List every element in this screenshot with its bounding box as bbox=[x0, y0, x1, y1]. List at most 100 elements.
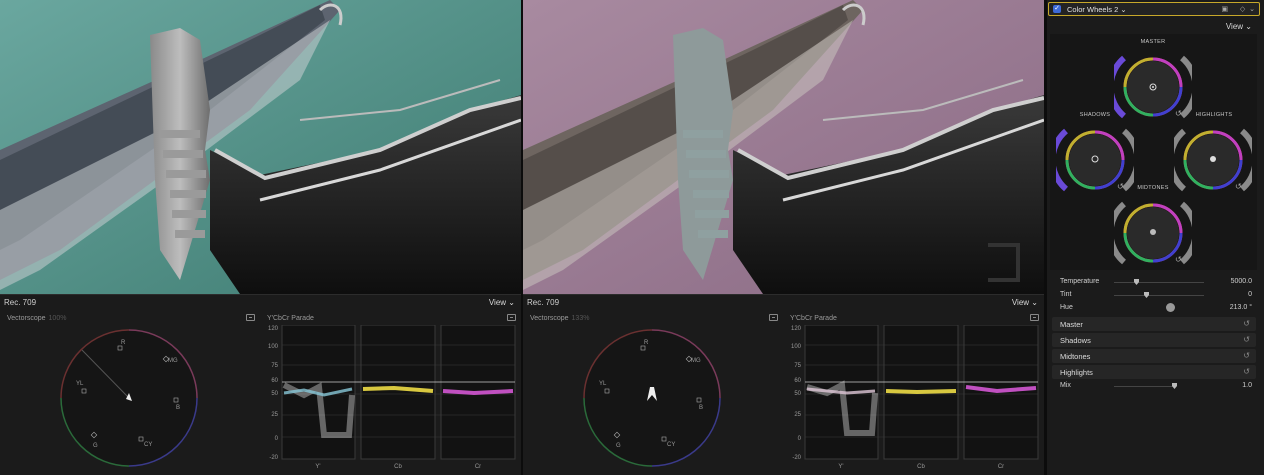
scope-header-left: Rec. 709 View ⌄ bbox=[4, 298, 517, 310]
section-reset-icon[interactable]: ↺ bbox=[1243, 367, 1250, 376]
effect-header[interactable]: ✓ Color Wheels 2 ⌄ ▣ ◇ ⌄ bbox=[1048, 2, 1260, 16]
scope-header-right: Rec. 709 View ⌄ bbox=[527, 298, 1040, 310]
parade-settings-icon[interactable] bbox=[507, 314, 516, 321]
highlights-reset-icon[interactable]: ↺ bbox=[1235, 182, 1242, 191]
mix-label: Mix bbox=[1060, 382, 1071, 389]
svg-text:0: 0 bbox=[275, 436, 279, 442]
tint-value[interactable]: 0 bbox=[1212, 291, 1252, 298]
svg-text:-20: -20 bbox=[792, 455, 801, 461]
svg-text:120: 120 bbox=[268, 326, 279, 332]
parade-settings-icon[interactable] bbox=[1030, 314, 1039, 321]
target-r: R bbox=[644, 340, 649, 346]
tint-slider[interactable] bbox=[1114, 295, 1204, 296]
hue-dial-icon[interactable] bbox=[1166, 303, 1175, 312]
header-icons: ▣ ◇ ⌄ bbox=[1222, 5, 1255, 13]
master-reset-icon[interactable]: ↺ bbox=[1175, 109, 1182, 118]
vectorscope: R MG B CY G YL bbox=[60, 329, 198, 467]
section-reset-icon[interactable]: ↺ bbox=[1243, 319, 1250, 328]
svg-text:25: 25 bbox=[271, 412, 278, 418]
gondola-image-left bbox=[0, 0, 521, 294]
color-space-label: Rec. 709 bbox=[527, 298, 560, 307]
scope-settings-icon[interactable] bbox=[769, 314, 778, 321]
svg-text:100: 100 bbox=[268, 344, 279, 350]
mix-slider-knob[interactable] bbox=[1172, 383, 1177, 389]
view-menu-button[interactable]: View ⌄ bbox=[489, 298, 515, 307]
tint-row: Tint 0 bbox=[1052, 289, 1256, 301]
svg-text:0: 0 bbox=[798, 436, 802, 442]
svg-text:60: 60 bbox=[271, 378, 278, 384]
svg-text:Y': Y' bbox=[838, 464, 843, 470]
viewer-graded[interactable] bbox=[523, 0, 1044, 294]
temperature-label: Temperature bbox=[1060, 278, 1100, 285]
keyframe-icon[interactable]: ◇ bbox=[1240, 6, 1245, 13]
temperature-value[interactable]: 5000.0 bbox=[1212, 278, 1252, 285]
mix-value[interactable]: 1.0 bbox=[1212, 382, 1252, 389]
svg-text:Cr: Cr bbox=[998, 464, 1004, 470]
color-wheels-area: MASTER ↺ SHADOWS ↺ HIGHLIGHTS ↺ MIDTONES… bbox=[1050, 34, 1257, 270]
scopes-panel-left: Rec. 709 View ⌄ Vectorscope 100% Y'CbCr P… bbox=[0, 294, 521, 475]
midtones-reset-icon[interactable]: ↺ bbox=[1175, 255, 1182, 264]
viewer-original[interactable] bbox=[0, 0, 521, 294]
section-shadows[interactable]: Shadows ↺ bbox=[1052, 333, 1256, 347]
view-menu-button[interactable]: View ⌄ bbox=[1012, 298, 1038, 307]
target-yl: YL bbox=[76, 381, 84, 387]
parade-title: Y'CbCr Parade bbox=[790, 315, 837, 322]
target-mg: MG bbox=[168, 358, 178, 364]
preset-icon[interactable]: ▣ bbox=[1222, 6, 1229, 13]
section-reset-icon[interactable]: ↺ bbox=[1243, 351, 1250, 360]
scope-settings-icon[interactable] bbox=[246, 314, 255, 321]
section-reset-icon[interactable]: ↺ bbox=[1243, 335, 1250, 344]
svg-text:25: 25 bbox=[794, 412, 801, 418]
svg-text:50: 50 bbox=[271, 391, 278, 397]
master-wheel-label: MASTER bbox=[1140, 39, 1166, 45]
hue-label: Hue bbox=[1060, 304, 1073, 311]
effect-enable-checkbox[interactable]: ✓ bbox=[1053, 5, 1061, 13]
svg-text:50: 50 bbox=[794, 391, 801, 397]
temperature-slider-knob[interactable] bbox=[1134, 279, 1139, 285]
target-yl: YL bbox=[599, 381, 607, 387]
svg-text:60: 60 bbox=[794, 378, 801, 384]
target-cy: CY bbox=[667, 442, 675, 448]
mix-row: Mix 1.0 bbox=[1052, 380, 1256, 392]
target-mg: MG bbox=[691, 358, 701, 364]
scopes-panel-right: Rec. 709 View ⌄ Vectorscope 133% Y'CbCr P… bbox=[523, 294, 1044, 475]
vectorscope-title: Vectorscope 133% bbox=[530, 315, 590, 322]
section-midtones[interactable]: Midtones ↺ bbox=[1052, 349, 1256, 363]
target-g: G bbox=[93, 443, 98, 449]
gondola-image-right bbox=[523, 0, 1044, 294]
svg-text:75: 75 bbox=[794, 363, 801, 369]
temperature-slider[interactable] bbox=[1114, 282, 1204, 283]
tint-label: Tint bbox=[1060, 291, 1072, 298]
svg-text:75: 75 bbox=[271, 363, 278, 369]
midtones-wheel-label: MIDTONES bbox=[1137, 185, 1169, 191]
ycbcr-parade: 120 100 75 60 50 25 0 -20 Y' Cb Cr bbox=[791, 325, 1039, 470]
hue-value[interactable]: 213.0 ° bbox=[1212, 304, 1252, 311]
color-space-label: Rec. 709 bbox=[4, 298, 37, 307]
target-b: B bbox=[699, 405, 703, 411]
mix-slider[interactable] bbox=[1114, 386, 1176, 387]
effect-name-dropdown[interactable]: Color Wheels 2 ⌄ bbox=[1067, 5, 1127, 14]
chevron-down-icon[interactable]: ⌄ bbox=[1249, 6, 1255, 13]
section-master[interactable]: Master ↺ bbox=[1052, 317, 1256, 331]
svg-text:-20: -20 bbox=[269, 455, 278, 461]
svg-text:Cr: Cr bbox=[475, 464, 481, 470]
temperature-row: Temperature 5000.0 bbox=[1052, 276, 1256, 288]
hue-row: Hue 213.0 ° bbox=[1052, 302, 1256, 314]
svg-text:120: 120 bbox=[791, 326, 802, 332]
target-cy: CY bbox=[144, 442, 152, 448]
shadows-wheel-label: SHADOWS bbox=[1079, 112, 1111, 118]
highlights-wheel-label: HIGHLIGHTS bbox=[1195, 112, 1233, 118]
target-b: B bbox=[176, 405, 180, 411]
section-highlights[interactable]: Highlights ↺ bbox=[1052, 365, 1256, 379]
svg-text:Y': Y' bbox=[315, 464, 320, 470]
tint-slider-knob[interactable] bbox=[1144, 292, 1149, 298]
vectorscope-title: Vectorscope 100% bbox=[7, 315, 67, 322]
color-inspector: ✓ Color Wheels 2 ⌄ ▣ ◇ ⌄ View ⌄ MASTER ↺… bbox=[1047, 0, 1264, 475]
svg-text:Cb: Cb bbox=[917, 464, 925, 470]
inspector-view-button[interactable]: View ⌄ bbox=[1226, 22, 1252, 31]
target-r: R bbox=[121, 340, 126, 346]
svg-text:100: 100 bbox=[791, 344, 802, 350]
target-g: G bbox=[616, 443, 621, 449]
vectorscope: R MG B CY G YL bbox=[583, 329, 721, 467]
svg-text:Cb: Cb bbox=[394, 464, 402, 470]
